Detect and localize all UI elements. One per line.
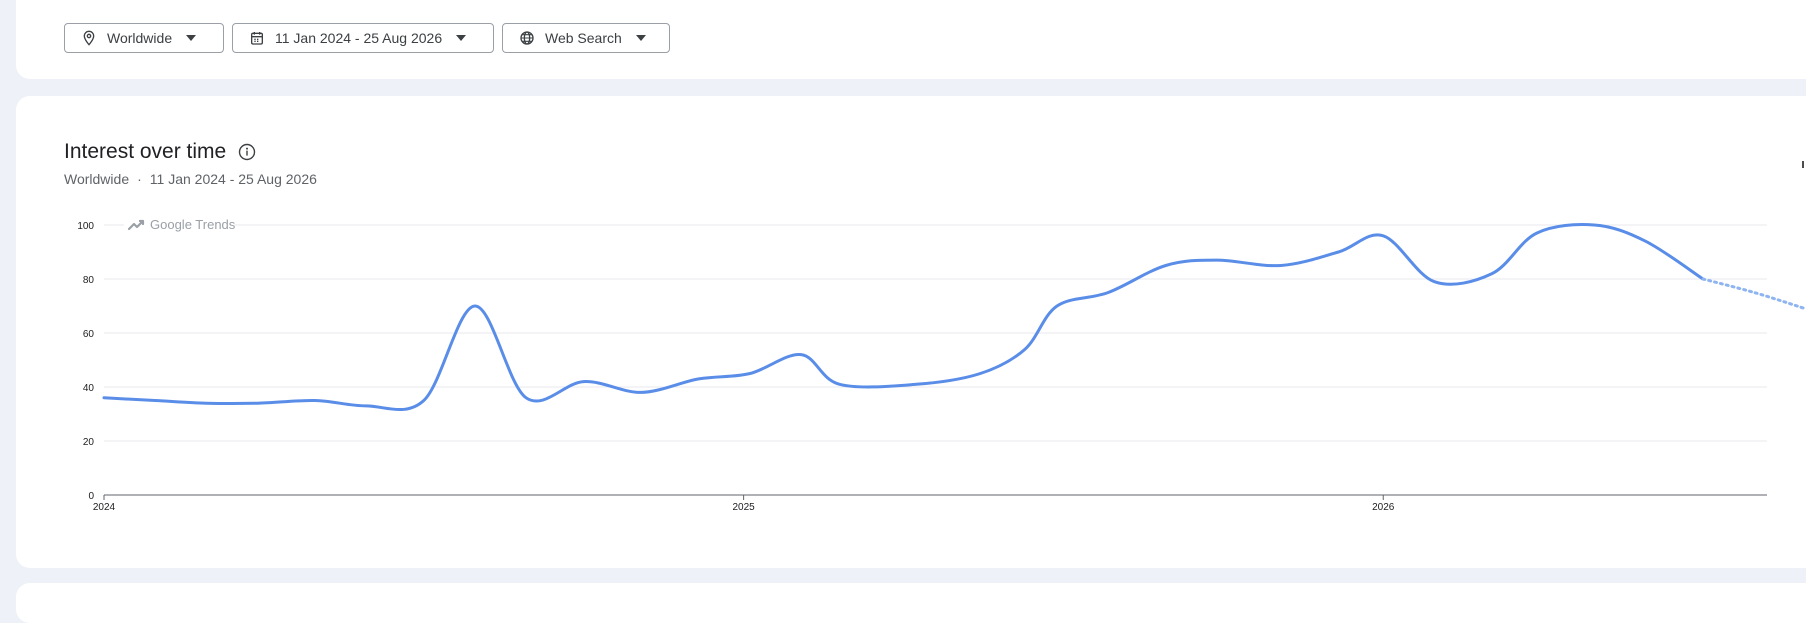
series-line-0 xyxy=(102,223,1705,412)
x-tick-label: 2026 xyxy=(1372,502,1395,513)
interest-over-time-chart: 0 20 40 60 80 100 2024 2025 2026 Google Trends xyxy=(77,214,1806,513)
series-layer xyxy=(102,223,1806,412)
y-tick-label: 60 xyxy=(83,329,95,340)
grid-layer: 0 20 40 60 80 100 2024 2025 2026 xyxy=(77,221,1767,513)
x-tick-label: 2025 xyxy=(732,502,755,513)
y-tick-label: 80 xyxy=(83,275,95,286)
google-trends-watermark: Google Trends xyxy=(124,214,236,234)
y-tick-label: 20 xyxy=(83,437,95,448)
y-tick-label: 100 xyxy=(77,221,94,232)
x-tick-label: 2024 xyxy=(93,502,116,513)
watermark-text: Google Trends xyxy=(150,217,236,232)
y-tick-label: 40 xyxy=(83,383,95,394)
y-tick-label: 0 xyxy=(88,491,94,502)
forecast-line xyxy=(1701,277,1806,311)
